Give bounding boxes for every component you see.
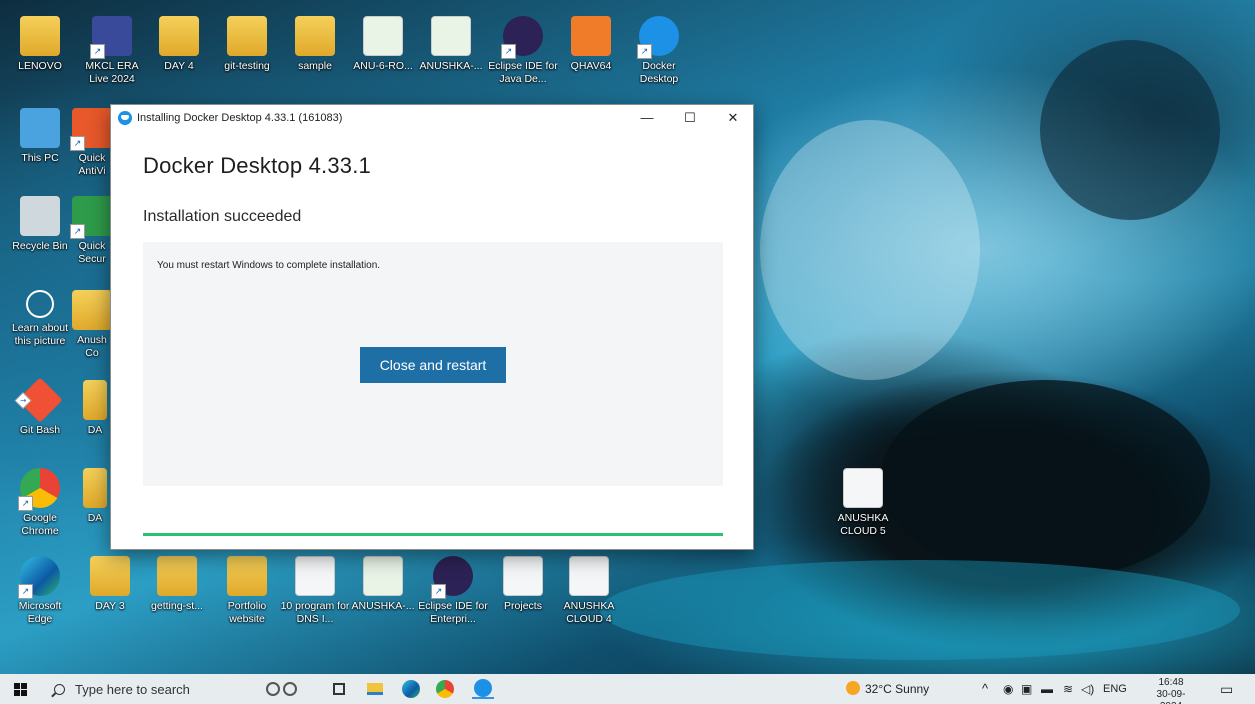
desktop-icon-eclipse-java[interactable]: Eclipse IDE for Java De... xyxy=(488,16,558,86)
word-document-icon xyxy=(569,556,609,596)
desktop-icon-git-bash[interactable]: Git Bash xyxy=(5,377,75,437)
desktop-icon-quick-security[interactable]: Quick Secur xyxy=(70,196,112,266)
search-placeholder: Type here to search xyxy=(75,681,190,697)
desktop-icon-anu-6-ro[interactable]: ANU-6-RO... xyxy=(348,16,418,73)
weather-text: 32°C Sunny xyxy=(865,682,930,696)
edge-taskbar-icon[interactable] xyxy=(400,679,422,699)
clock-date: 30-09-2024 xyxy=(1156,689,1186,704)
git-icon xyxy=(17,377,63,423)
product-heading: Docker Desktop 4.33.1 xyxy=(143,153,371,178)
task-view-icon[interactable] xyxy=(328,679,350,699)
eclipse-icon xyxy=(431,556,473,599)
folder-icon xyxy=(227,556,267,596)
desktop-icon-google-chrome[interactable]: Google Chrome xyxy=(5,468,75,538)
desktop-icon-da-2[interactable]: DA xyxy=(80,468,110,525)
eclipse-icon xyxy=(501,16,543,59)
cortana-icon[interactable] xyxy=(258,679,304,699)
computer-icon xyxy=(20,108,60,148)
folder-user-icon xyxy=(20,16,60,56)
docker-icon xyxy=(637,16,679,59)
desktop-icon-lenovo[interactable]: LENOVO xyxy=(5,16,75,73)
recycle-bin-icon xyxy=(20,196,60,236)
docker-taskbar-icon[interactable] xyxy=(472,679,494,699)
desktop-icon-anushka-bottom[interactable]: ANUSHKA-... xyxy=(348,556,418,613)
start-button[interactable] xyxy=(0,674,40,704)
chrome-icon xyxy=(18,468,60,511)
sun-icon xyxy=(846,681,860,695)
install-status: Installation succeeded xyxy=(143,208,302,225)
location-icon[interactable]: ◉ xyxy=(1003,674,1013,704)
folder-icon xyxy=(157,556,197,596)
notifications-icon[interactable]: ▭ xyxy=(1220,674,1233,704)
notepadplus-icon xyxy=(363,16,403,56)
folder-icon xyxy=(72,290,112,330)
volume-icon[interactable]: ◁) xyxy=(1081,674,1094,704)
maximize-button[interactable]: ☐ xyxy=(668,105,712,131)
edge-icon xyxy=(18,556,60,599)
minimize-button[interactable]: — xyxy=(625,105,669,131)
clock-time: 16:48 xyxy=(1158,677,1184,688)
desktop-icon-microsoft-edge[interactable]: Microsoft Edge xyxy=(5,556,75,626)
desktop-icon-anushka-cloud4[interactable]: ANUSHKA CLOUD 4 xyxy=(554,556,624,626)
chrome-taskbar-icon[interactable] xyxy=(434,679,456,699)
word-document-icon xyxy=(503,556,543,596)
message-panel: You must restart Windows to complete ins… xyxy=(143,242,723,486)
wifi-icon[interactable]: ≋ xyxy=(1063,674,1073,704)
language-indicator[interactable]: ENG xyxy=(1103,674,1127,704)
desktop-icon-10-program[interactable]: 10 program for DNS I... xyxy=(280,556,350,626)
desktop-icon-anushka[interactable]: ANUSHKA-... xyxy=(416,16,486,73)
windows-icon xyxy=(13,682,27,696)
folder-icon xyxy=(83,468,107,508)
desktop-icon-sample[interactable]: sample xyxy=(280,16,350,73)
folder-icon xyxy=(295,16,335,56)
security-icon xyxy=(70,196,112,239)
folder-icon xyxy=(159,16,199,56)
taskbar: Type here to search 32°C Sunny ^ ◉ ▣ ▬ ≋… xyxy=(0,674,1255,704)
word-document-icon xyxy=(843,468,883,508)
weather-widget[interactable]: 32°C Sunny xyxy=(846,674,929,704)
desktop-icon-recycle-bin[interactable]: Recycle Bin xyxy=(5,196,75,253)
file-explorer-icon[interactable] xyxy=(364,679,386,699)
desktop-icon-eclipse-enterprise[interactable]: Eclipse IDE for Enterpri... xyxy=(418,556,488,626)
desktop-icon-getting-started[interactable]: getting-st... xyxy=(142,556,212,613)
folder-icon xyxy=(227,16,267,56)
desktop-icon-day3[interactable]: DAY 3 xyxy=(75,556,145,613)
clock[interactable]: 16:48 30-09-2024 xyxy=(1146,674,1196,704)
docker-icon xyxy=(118,111,132,125)
app-icon xyxy=(90,16,132,59)
desktop-icon-docker-desktop[interactable]: Docker Desktop xyxy=(624,16,694,86)
desktop-icon-anush-co[interactable]: Anush Co xyxy=(72,290,112,360)
antivirus-icon xyxy=(571,16,611,56)
taskbar-search[interactable]: Type here to search xyxy=(48,674,243,704)
search-icon xyxy=(54,683,65,695)
battery-icon[interactable]: ▬ xyxy=(1041,674,1053,704)
folder-icon xyxy=(83,380,107,420)
desktop-icon-projects[interactable]: Projects xyxy=(488,556,558,613)
close-button[interactable]: ✕ xyxy=(711,105,755,131)
desktop-icon-mkcl-era[interactable]: MKCL ERA Live 2024 xyxy=(77,16,147,86)
desktop-icon-this-pc[interactable]: This PC xyxy=(5,108,75,165)
window-title: Installing Docker Desktop 4.33.1 (161083… xyxy=(137,112,343,124)
word-document-icon xyxy=(295,556,335,596)
device-icon[interactable]: ▣ xyxy=(1021,674,1032,704)
desktop-icon-quick-antivirus[interactable]: Quick AntiVi xyxy=(70,108,112,178)
notepadplus-icon xyxy=(431,16,471,56)
restart-message: You must restart Windows to complete ins… xyxy=(157,260,381,271)
notepadplus-icon xyxy=(363,556,403,596)
chevron-up-icon[interactable]: ^ xyxy=(982,674,988,704)
spotlight-icon xyxy=(26,290,54,318)
progress-bar xyxy=(143,533,723,536)
docker-installer-window: Installing Docker Desktop 4.33.1 (161083… xyxy=(110,104,754,550)
desktop-icon-git-testing[interactable]: git-testing xyxy=(212,16,282,73)
desktop-icon-learn-about-picture[interactable]: Learn about this picture xyxy=(5,290,75,348)
desktop-icon-portfolio-website[interactable]: Portfolio website xyxy=(212,556,282,626)
close-and-restart-button[interactable]: Close and restart xyxy=(360,347,506,383)
antivirus-icon xyxy=(70,108,112,151)
folder-icon xyxy=(90,556,130,596)
desktop-icon-day4[interactable]: DAY 4 xyxy=(144,16,214,73)
desktop-icon-da-1[interactable]: DA xyxy=(80,380,110,437)
desktop-icon-qhav64[interactable]: QHAV64 xyxy=(556,16,626,73)
desktop-icon-anushka-cloud5[interactable]: ANUSHKA CLOUD 5 xyxy=(828,468,898,538)
